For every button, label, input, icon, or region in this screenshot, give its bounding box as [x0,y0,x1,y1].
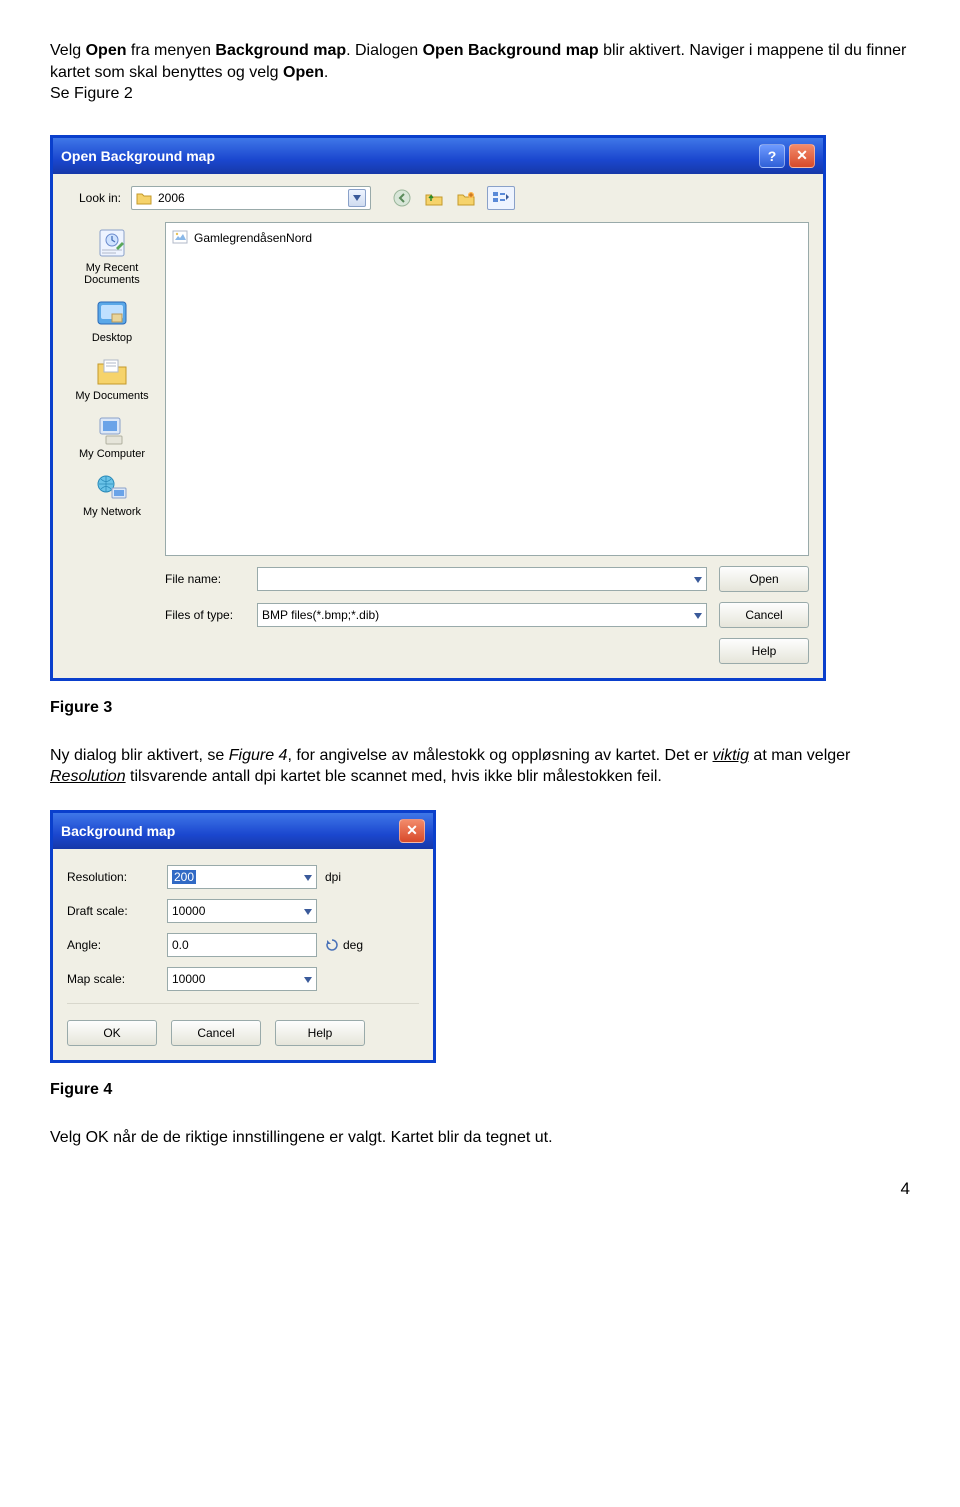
draft-scale-input[interactable]: 10000 [167,899,317,923]
look-in-dropdown[interactable]: 2006 [131,186,371,210]
open-background-map-dialog: Open Background map ? ✕ Look in: 2006 [50,135,826,681]
look-in-label: Look in: [67,191,121,205]
view-mode-dropdown[interactable] [487,186,515,210]
place-documents[interactable]: My Documents [68,350,156,406]
filetype-dropdown[interactable]: BMP files(*.bmp;*.dib) [257,603,707,627]
cancel-button[interactable]: Cancel [171,1020,261,1046]
chevron-down-icon [694,572,702,586]
map-scale-input[interactable]: 10000 [167,967,317,991]
figure-3-caption: Figure 3 [50,699,910,717]
place-desktop[interactable]: Desktop [68,292,156,348]
outro-paragraph: Velg OK når de de riktige innstillingene… [50,1127,910,1149]
open-button[interactable]: Open [719,566,809,592]
filename-label: File name: [165,572,245,586]
chevron-down-icon [694,608,702,622]
help-icon[interactable]: ? [759,144,785,168]
dpi-unit: dpi [325,870,365,884]
place-network[interactable]: My Network [68,466,156,522]
places-bar: My Recent Documents Desktop My Documents… [67,222,157,664]
figure-4-caption: Figure 4 [50,1081,910,1099]
file-listing[interactable]: GamlegrendåsenNord [165,222,809,556]
map-scale-label: Map scale: [67,972,159,986]
look-in-value: 2006 [158,191,185,205]
deg-unit: deg [343,938,363,952]
filetype-label: Files of type: [165,608,245,622]
close-icon[interactable]: ✕ [399,819,425,843]
help-button[interactable]: Help [719,638,809,664]
back-icon[interactable] [391,187,413,209]
intro-paragraph: Velg Open fra menyen Background map. Dia… [50,40,910,105]
place-recent[interactable]: My Recent Documents [68,222,156,290]
close-icon[interactable]: ✕ [789,144,815,168]
resolution-input[interactable]: 200 [167,865,317,889]
chevron-down-icon [304,972,312,986]
draft-scale-label: Draft scale: [67,904,159,918]
cancel-button[interactable]: Cancel [719,602,809,628]
chevron-down-icon [348,189,366,207]
titlebar: Background map ✕ [53,813,433,849]
folder-icon [136,191,152,205]
up-folder-icon[interactable] [423,187,445,209]
paragraph-2: Ny dialog blir aktivert, se Figure 4, fo… [50,745,910,788]
angle-label: Angle: [67,938,159,952]
angle-input[interactable]: 0.0 [167,933,317,957]
titlebar: Open Background map ? ✕ [53,138,823,174]
help-button[interactable]: Help [275,1020,365,1046]
refresh-icon[interactable] [325,938,339,952]
place-computer[interactable]: My Computer [68,408,156,464]
list-item[interactable]: GamlegrendåsenNord [172,229,802,248]
chevron-down-icon [304,870,312,884]
ok-button[interactable]: OK [67,1020,157,1046]
filename-input[interactable] [257,567,707,591]
image-file-icon [172,229,188,248]
dialog-title: Open Background map [61,148,215,164]
dialog-title: Background map [61,823,175,839]
new-folder-icon[interactable] [455,187,477,209]
page-number: 4 [50,1179,910,1199]
background-map-dialog: Background map ✕ Resolution: 200 dpi Dra… [50,810,436,1063]
chevron-down-icon [304,904,312,918]
resolution-label: Resolution: [67,870,159,884]
